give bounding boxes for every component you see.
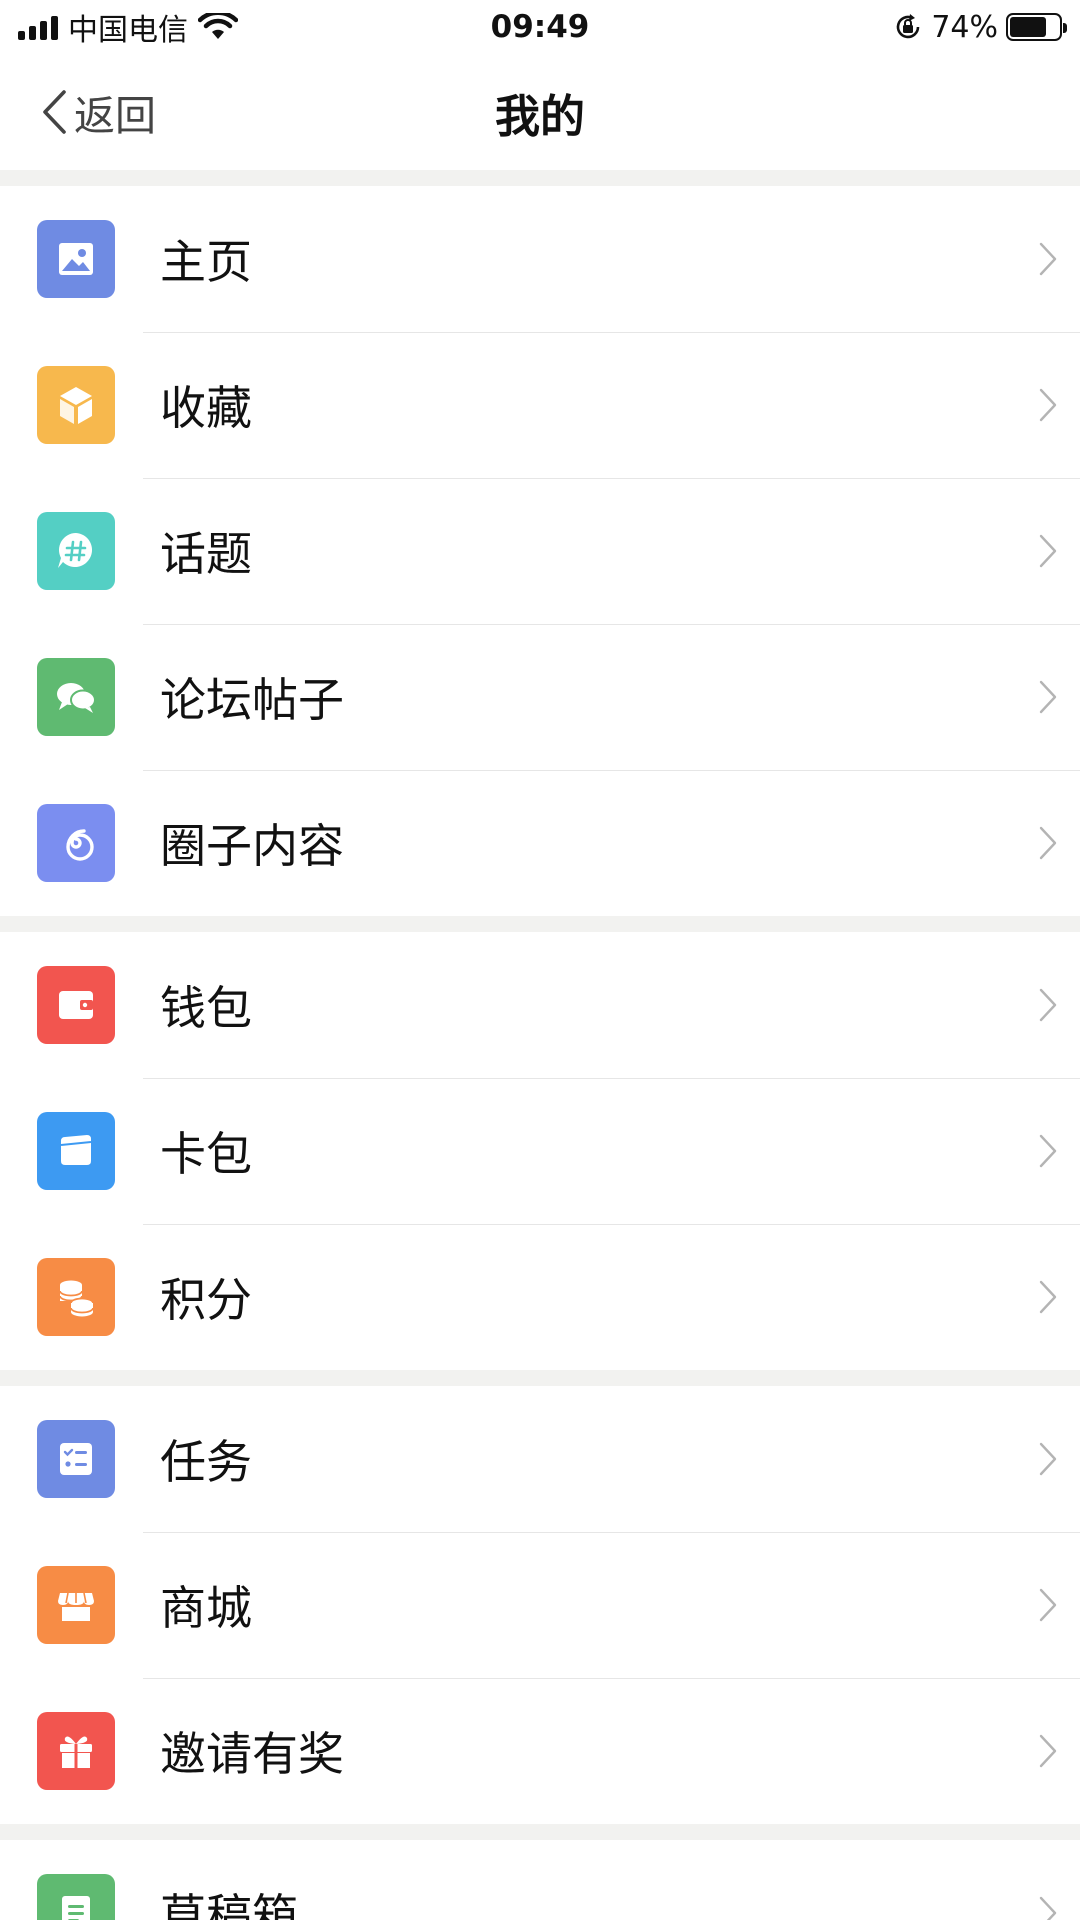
menu-item-label: 任务 — [160, 1435, 252, 1489]
chevron-right-icon — [1039, 242, 1057, 276]
menu-section: 钱包 卡包 积分 — [0, 932, 1080, 1370]
chevron-right-icon — [1039, 388, 1057, 422]
chevron-right-icon — [1039, 1442, 1057, 1476]
menu-item-label: 圈子内容 — [160, 819, 344, 873]
menu-icon-tile — [37, 966, 115, 1044]
menu-icon-tile — [37, 366, 115, 444]
menu-item-wallet[interactable]: 钱包 — [0, 932, 1080, 1078]
menu-item-label: 钱包 — [160, 981, 252, 1035]
menu-item-label: 商城 — [160, 1581, 252, 1635]
spiral-icon — [66, 829, 94, 861]
chevron-right-icon — [1039, 988, 1057, 1022]
signal-icon — [18, 14, 58, 40]
battery-fill — [1010, 17, 1046, 37]
document-icon — [62, 1896, 90, 1920]
carrier-name: 中国电信 — [68, 13, 188, 48]
menu-item-points[interactable]: 积分 — [0, 1224, 1080, 1370]
menu-item-forum-posts[interactable]: 论坛帖子 — [0, 624, 1080, 770]
battery-icon — [1006, 13, 1067, 41]
image-icon — [59, 243, 93, 275]
coins-icon — [59, 1280, 94, 1317]
hashtag-bubble-icon — [58, 533, 93, 568]
menu-icon-tile — [37, 1112, 115, 1190]
menu-icon-tile — [37, 1258, 115, 1336]
menu-item-mall[interactable]: 商城 — [0, 1532, 1080, 1678]
menu-icon-tile — [37, 804, 115, 882]
menu-icon-tile — [37, 658, 115, 736]
checklist-icon — [60, 1443, 92, 1475]
menu-item-label: 卡包 — [160, 1127, 252, 1181]
menu-section: 草稿箱 — [0, 1840, 1080, 1920]
menu-item-label: 主页 — [160, 235, 252, 289]
status-right: 74% — [893, 9, 1067, 45]
wallet-icon — [59, 991, 93, 1019]
battery-percent: 74% — [931, 9, 998, 45]
menu-section: 主页 收藏 话题 论坛帖子 圈子内容 — [0, 186, 1080, 916]
status-left: 中国电信 — [18, 5, 238, 49]
store-icon — [58, 1592, 94, 1621]
menu-item-favorites[interactable]: 收藏 — [0, 332, 1080, 478]
orientation-lock-icon — [897, 14, 920, 39]
menu-item-card-pack[interactable]: 卡包 — [0, 1078, 1080, 1224]
back-label: 返回 — [74, 92, 156, 140]
menu-item-label: 收藏 — [160, 381, 252, 435]
chevron-right-icon — [1039, 1896, 1057, 1920]
navigation-bar: 返回 我的 — [0, 54, 1080, 170]
chevron-right-icon — [1039, 534, 1057, 568]
wifi-icon — [198, 13, 238, 39]
menu-icon-tile — [37, 1566, 115, 1644]
menu-item-invite[interactable]: 邀请有奖 — [0, 1678, 1080, 1824]
page-title: 我的 — [494, 89, 585, 143]
chevron-left-icon — [43, 90, 66, 134]
menu-item-label: 话题 — [160, 527, 252, 581]
menu-icon-tile — [37, 1712, 115, 1790]
gift-icon — [60, 1736, 92, 1768]
menu-item-tasks[interactable]: 任务 — [0, 1386, 1080, 1532]
menu-item-label: 草稿箱 — [160, 1889, 298, 1920]
card-icon — [60, 1135, 92, 1165]
chevron-right-icon — [1039, 1588, 1057, 1622]
chat-bubbles-icon — [57, 683, 96, 713]
menu-icon-tile — [37, 1874, 115, 1920]
menu-item-home[interactable]: 主页 — [0, 186, 1080, 332]
menu-item-circle-content[interactable]: 圈子内容 — [0, 770, 1080, 916]
menu-item-label: 邀请有奖 — [160, 1727, 344, 1781]
status-bar: 中国电信 09:49 74% — [0, 0, 1080, 54]
chevron-right-icon — [1039, 1734, 1057, 1768]
menu-item-label: 论坛帖子 — [160, 673, 344, 727]
menu-item-topics[interactable]: 话题 — [0, 478, 1080, 624]
chevron-right-icon — [1039, 826, 1057, 860]
back-button[interactable]: 返回 — [0, 54, 156, 170]
menu-icon-tile — [37, 220, 115, 298]
chevron-right-icon — [1039, 680, 1057, 714]
menu-icon-tile — [37, 512, 115, 590]
menu-icon-tile — [37, 1420, 115, 1498]
cube-icon — [60, 387, 92, 424]
chevron-right-icon — [1039, 1280, 1057, 1314]
menu-section: 任务 商城 邀请有奖 — [0, 1386, 1080, 1824]
menu-item-label: 积分 — [160, 1273, 252, 1327]
chevron-right-icon — [1039, 1134, 1057, 1168]
app-screen: 中国电信 09:49 74% 返回 我的 主页 收藏 话题 论坛帖子 圈子内容 … — [0, 0, 1080, 1920]
menu-list: 主页 收藏 话题 论坛帖子 圈子内容 钱包 卡包 积分 任务 商城 邀请有奖 草… — [0, 186, 1080, 1920]
menu-item-drafts[interactable]: 草稿箱 — [0, 1840, 1080, 1920]
